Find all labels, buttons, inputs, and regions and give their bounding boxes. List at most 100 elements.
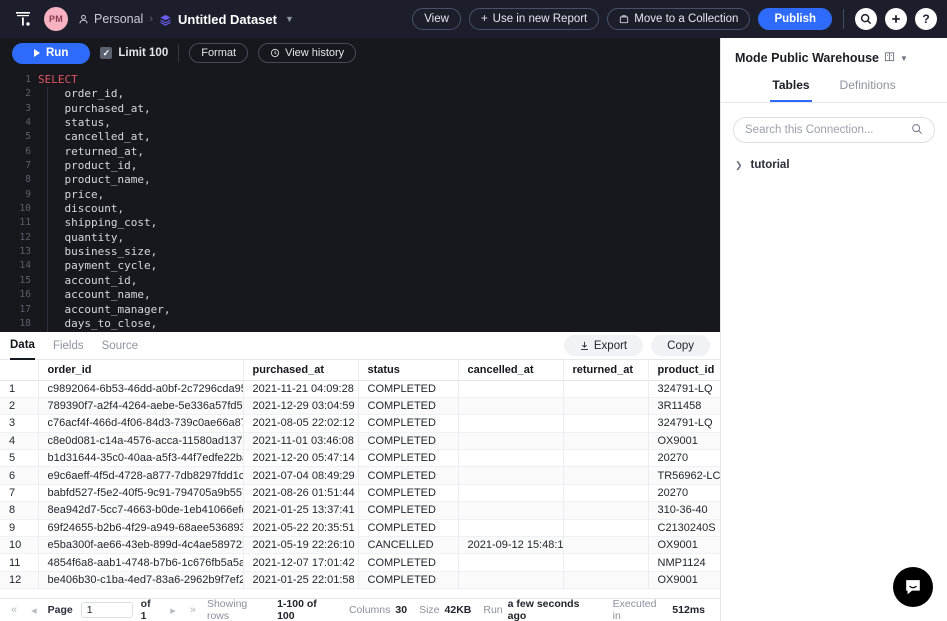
table-row[interactable]: 1 c9892064-6b53-46dd-a0bf-2c7296cda952 202… [0,380,720,398]
table-row[interactable]: 2 789390f7-a2f4-4264-aebe-5e336a57fd57 202… [0,397,720,415]
col-header-cancelled-at[interactable]: cancelled_at [458,360,564,380]
table-row[interactable]: 11 4854f6a8-aab1-4748-b7b6-1c676fb5a5ad 20… [0,553,720,572]
prev-page-button[interactable]: ◂ [28,604,40,617]
toolbar-divider [178,44,180,62]
tree-item-label: tutorial [750,159,790,171]
table-cell: c76acf4f-466d-4f06-84d3-739c0ae66a87 [38,414,244,433]
tab-definitions[interactable]: Definitions [838,75,898,102]
line-number: 14 [19,260,31,272]
connection-tabs: Tables Definitions [721,75,947,103]
table-cell [563,397,649,415]
row-number: 5 [0,449,39,467]
table-cell [563,519,649,537]
table-cell: be406b30-c1ba-4ed7-83a6-2962b9f7ef2d [38,571,244,589]
results-table-scroll[interactable]: order_id purchased_at status cancelled_a… [0,360,720,598]
page-label: Page [47,604,73,616]
table-cell: 4854f6a8-aab1-4748-b7b6-1c676fb5a5ad [38,553,244,572]
table-cell [458,414,564,433]
size-value: 42KB [444,604,472,616]
run-button[interactable]: Run [12,42,91,64]
chat-support-button[interactable] [893,567,933,607]
row-number: 2 [0,397,39,415]
table-row[interactable]: 8 8ea942d7-5cc7-4663-b0de-1eb41066efc0 202… [0,501,720,520]
table-cell: 3R11458 [648,397,720,415]
table-head: order_id purchased_at status cancelled_a… [0,360,720,380]
line-number: 3 [25,102,31,114]
col-header-product-id[interactable]: product_id [648,360,720,380]
line-number: 8 [25,174,31,186]
table-row[interactable]: 12 be406b30-c1ba-4ed7-83a6-2962b9f7ef2d 20… [0,571,720,589]
row-number: 7 [0,484,39,502]
header-divider [843,9,844,29]
move-to-collection-button[interactable]: Move to a Collection [607,8,751,30]
dataset-icon [160,14,171,26]
table-row[interactable]: 3 c76acf4f-466d-4f06-84d3-739c0ae66a87 202… [0,414,720,433]
line-number: 4 [25,117,31,129]
avatar[interactable]: PM [44,7,68,31]
table-cell: COMPLETED [358,414,459,433]
top-header: PM Personal › Untitled Dataset ▼ View + … [0,0,947,38]
col-header-purchased-at[interactable]: purchased_at [243,360,359,380]
breadcrumb-workspace[interactable]: Personal [78,12,143,26]
use-in-new-report-button[interactable]: + Use in new Report [468,8,600,30]
first-page-button[interactable]: « [8,604,20,616]
tab-source[interactable]: Source [102,332,138,360]
tab-tables[interactable]: Tables [770,75,812,102]
table-cell: 2021-08-05 22:02:12 [243,414,359,433]
tab-data[interactable]: Data [10,332,35,360]
table-cell: 2021-12-20 05:47:14 [243,449,359,467]
col-header-status[interactable]: status [358,360,459,380]
plus-icon[interactable] [885,8,907,30]
row-number: 9 [0,519,39,537]
search-icon[interactable] [855,8,877,30]
col-header-rownum[interactable] [0,360,39,380]
table-row[interactable]: 5 b1d31644-35c0-40aa-a5f3-44f7edfe22ba 202… [0,449,720,467]
table-cell: COMPLETED [358,449,459,467]
publish-button[interactable]: Publish [758,8,832,30]
next-page-button[interactable]: ▸ [167,604,179,617]
col-header-returned-at[interactable]: returned_at [563,360,649,380]
table-cell: 2021-09-12 15:48:18 [458,536,564,554]
search-icon[interactable] [911,123,923,138]
table-cell: 2021-01-25 13:37:41 [243,501,359,520]
help-icon[interactable]: ? [915,8,937,30]
table-row[interactable]: 10 e5ba300f-ae66-43eb-899d-4c4ae5897229 20… [0,536,720,554]
table-cell: 2021-05-22 20:35:51 [243,519,359,537]
page-input[interactable]: 1 [80,602,133,618]
person-icon [79,14,88,23]
table-cell: NMP1124 [648,553,720,572]
line-number: 13 [19,246,31,258]
breadcrumb-dataset[interactable]: Untitled Dataset [159,12,277,27]
limit-label: Limit 100 [118,47,169,59]
format-button[interactable]: Format [189,43,249,63]
results-actions: Export Copy [563,335,710,356]
table-cell: CANCELLED [358,536,459,554]
dataset-title: Untitled Dataset [178,11,277,27]
chevron-right-icon[interactable]: ❯ [735,160,743,171]
play-icon [34,49,40,57]
tree-item-tutorial[interactable]: ❯ tutorial [721,159,947,171]
tab-fields[interactable]: Fields [53,332,84,360]
connection-search-placeholder: Search this Connection... [745,124,874,136]
table-row[interactable]: 9 69f24655-b2b6-4f29-a949-68aee536893c 202… [0,519,720,537]
table-row[interactable]: 4 c8e0d081-c14a-4576-acca-11580ad13761 202… [0,432,720,450]
copy-button[interactable]: Copy [651,335,710,356]
view-button[interactable]: View [412,8,461,30]
table-cell: COMPLETED [358,519,459,537]
chevron-down-icon[interactable]: ▼ [900,54,908,63]
table-cell: OX9001 [648,536,720,554]
view-history-button[interactable]: View history [258,43,357,63]
table-cell [563,501,649,520]
table-row[interactable]: 6 e9c6aeff-4f5d-4728-a877-7db8297fdd1c 202… [0,466,720,485]
table-cell: 69f24655-b2b6-4f29-a949-68aee536893c [38,519,244,537]
connection-search[interactable]: Search this Connection... [733,117,935,143]
col-header-order-id[interactable]: order_id [38,360,244,380]
view-history-label: View history [285,47,345,59]
connection-title[interactable]: Mode Public Warehouse ▼ [721,38,947,75]
last-page-button[interactable]: » [187,604,199,616]
table-row[interactable]: 7 babfd527-f5e2-40f5-9c91-794705a9b557 202… [0,484,720,502]
limit-checkbox[interactable]: ✓ Limit 100 [100,47,168,59]
export-button[interactable]: Export [563,335,644,356]
mode-logo-icon[interactable] [12,8,34,30]
chevron-down-icon[interactable]: ▼ [285,14,294,24]
